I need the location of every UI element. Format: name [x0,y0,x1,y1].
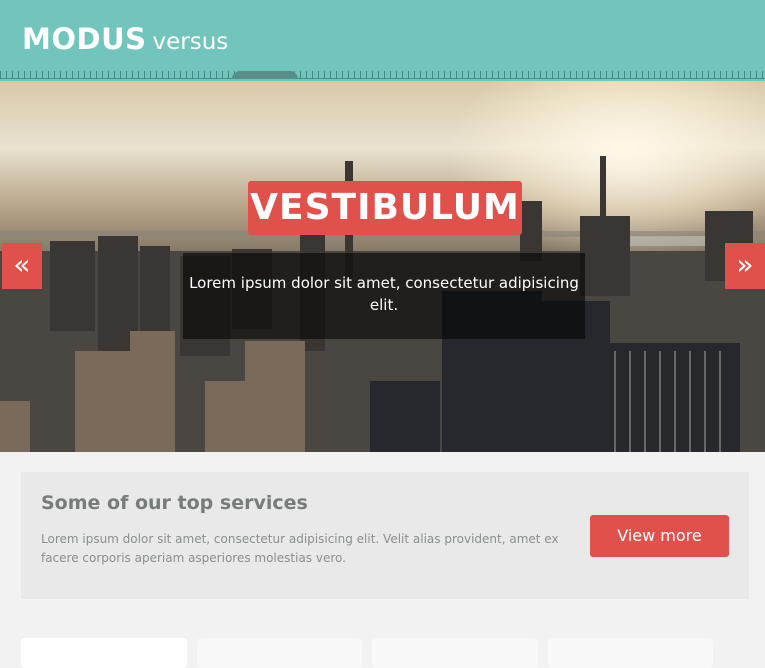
service-card-1[interactable] [21,638,187,668]
services-description: Lorem ipsum dolor sit amet, consectetur … [41,532,559,565]
logo-sub-text: versus [152,29,229,55]
hero-slider: VESTIBULUM Lorem ipsum dolor sit amet, c… [0,81,765,452]
service-card-3[interactable] [372,638,538,668]
site-logo[interactable]: MODUS versus [22,22,228,56]
slider-next-button[interactable]: » [725,243,765,289]
view-more-button[interactable]: View more [590,515,729,557]
site-header: MODUS versus [0,0,765,81]
services-callout: Some of our top services Lorem ipsum dol… [21,472,749,599]
service-card-2[interactable] [197,638,362,668]
services-title: Some of our top services [41,492,308,514]
logo-main-text: MODUS [22,22,147,56]
slide-caption-box: Lorem ipsum dolor sit amet, consectetur … [183,253,585,339]
chevron-double-left-icon: « [13,248,31,281]
nav-tab-indicator[interactable] [232,71,298,79]
chevron-double-right-icon: » [736,248,754,281]
service-card-4[interactable] [548,638,713,668]
slide-caption-text: Lorem ipsum dolor sit amet, consectetur … [189,274,579,314]
slider-prev-button[interactable]: « [2,243,42,289]
slide-title: VESTIBULUM [248,181,522,235]
header-ruler-line [0,78,765,79]
